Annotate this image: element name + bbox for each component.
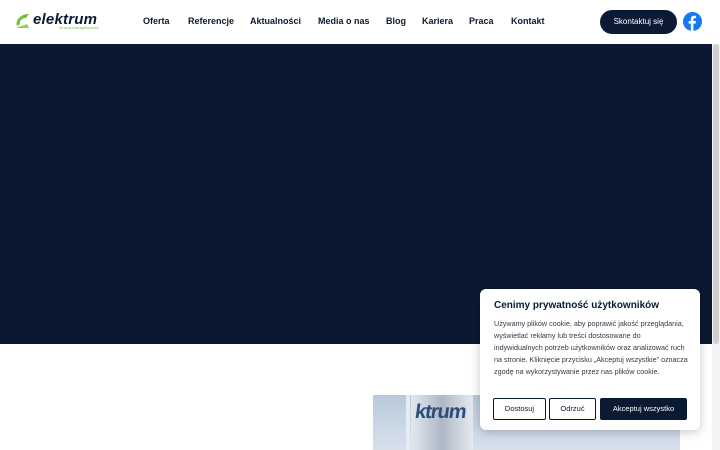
flag-pole [406,395,410,450]
cookie-consent-dialog: Cenimy prywatność użytkowników Używamy p… [480,289,700,430]
scrollbar-thumb[interactable] [713,44,719,344]
nav-item-referencje[interactable]: Referencje [188,16,234,26]
nav-item-blog[interactable]: Blog [386,16,406,26]
nav-item-kontakt[interactable]: Kontakt [511,16,545,26]
nav-item-media-o-nas[interactable]: Media o nas [318,16,370,26]
cookie-customize-button[interactable]: Dostosuj [493,398,546,420]
cookie-title: Cenimy prywatność użytkowników [494,300,660,311]
nav-item-aktualnosci[interactable]: Aktualności [250,16,301,26]
flag-text: ktrum [413,401,468,423]
facebook-glyph-icon [688,15,697,31]
site-header: elektrum Grupa energetyczna Oferta Refer… [0,0,720,44]
logo-mark-icon [16,14,29,28]
nav-item-kariera[interactable]: Kariera [422,16,453,26]
nav-item-praca[interactable]: Praca [469,16,494,26]
contact-button[interactable]: Skontaktuj się [600,10,677,34]
cookie-description: Używamy plików cookie, aby poprawić jako… [494,319,688,376]
facebook-icon[interactable] [683,12,702,31]
logo-tagline: Grupa energetyczna [59,25,99,30]
cookie-reject-button[interactable]: Odrzuć [549,398,596,420]
cookie-accept-all-button[interactable]: Akceptuj wszystko [600,398,687,420]
elektrum-logo[interactable]: elektrum Grupa energetyczna [14,10,108,34]
nav-item-oferta[interactable]: Oferta [143,16,170,26]
page-scrollbar[interactable] [712,44,720,450]
